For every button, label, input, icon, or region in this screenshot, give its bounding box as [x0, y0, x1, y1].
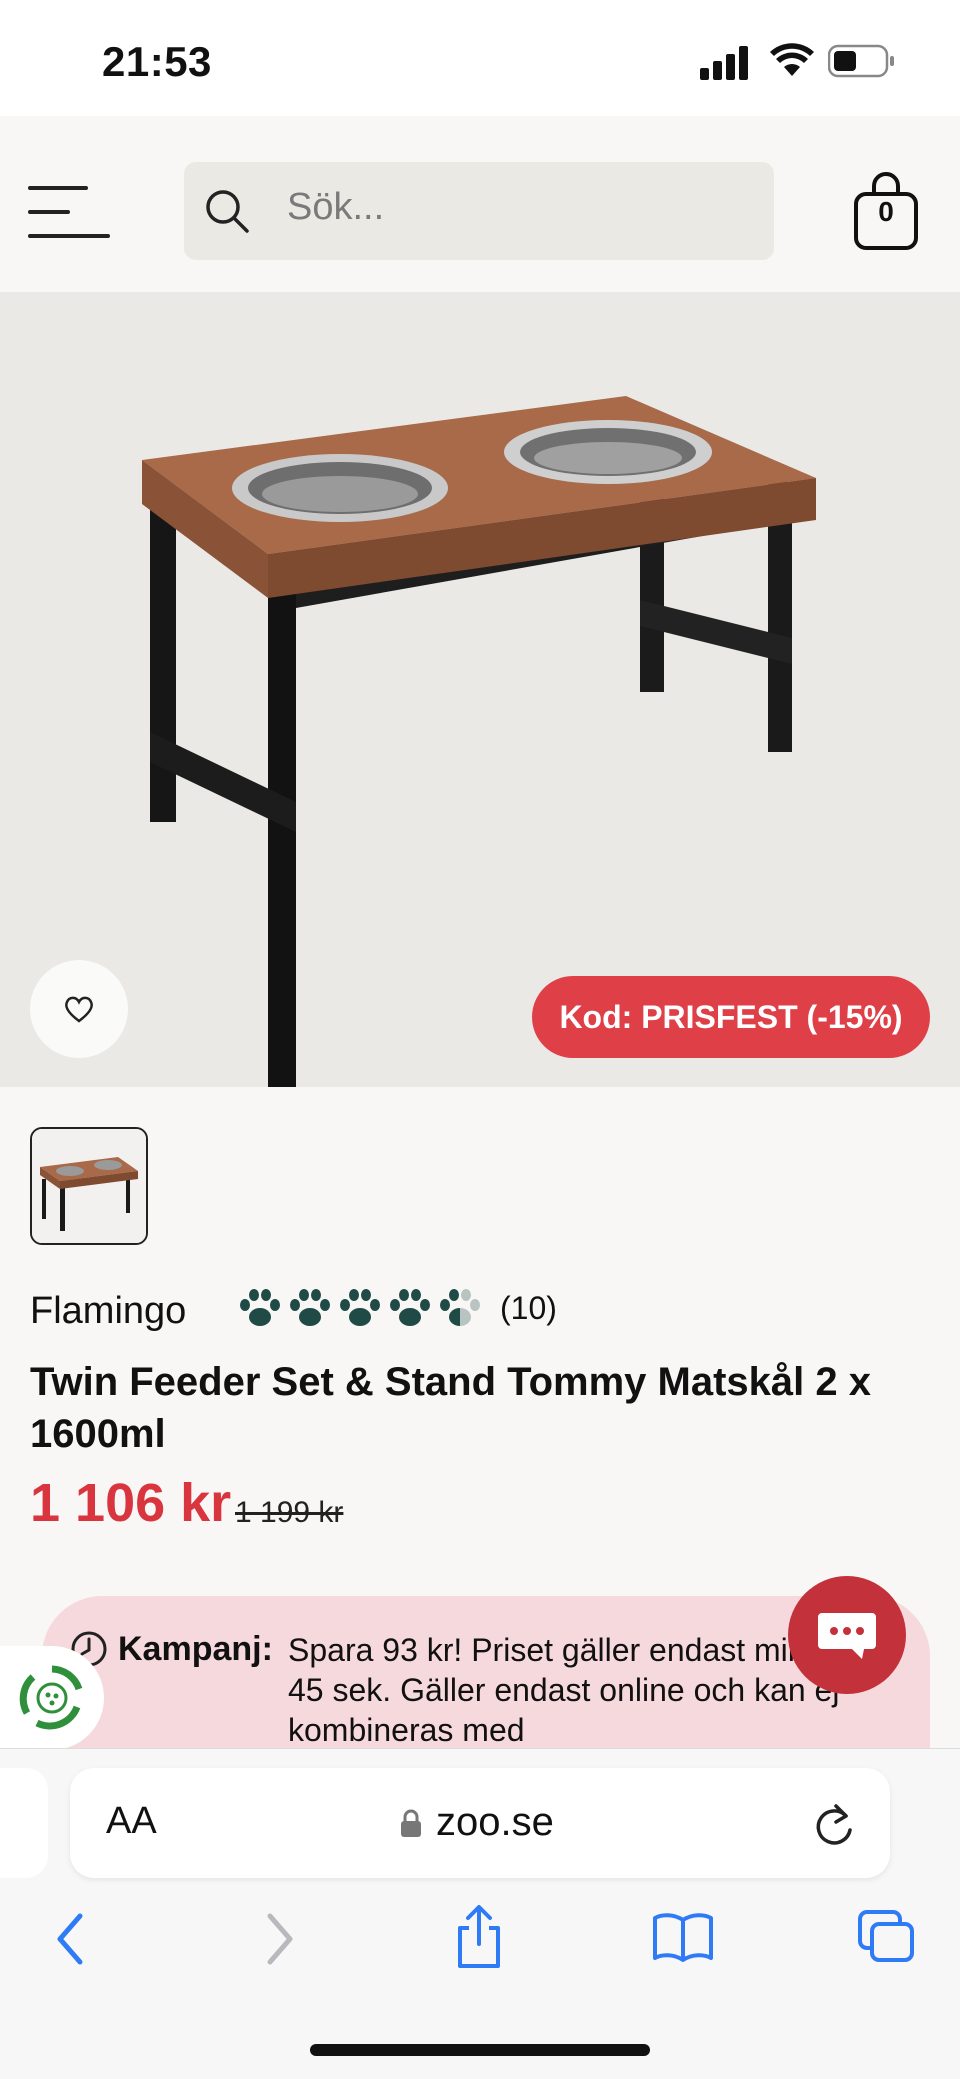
- bookmarks-icon[interactable]: [652, 1912, 714, 1962]
- half-paw-icon: [440, 1289, 480, 1326]
- cellular-signal-icon: [700, 46, 748, 80]
- promo-code-badge: Kod: PRISFEST (-15%): [532, 976, 930, 1058]
- product-title: Twin Feeder Set & Stand Tommy Matskål 2 …: [30, 1360, 871, 1456]
- paw-icon: [240, 1289, 280, 1326]
- menu-button[interactable]: [28, 186, 110, 238]
- campaign-label: Kampanj:: [118, 1630, 273, 1668]
- previous-tab-preview[interactable]: [0, 1768, 48, 1878]
- home-indicator: [310, 2044, 650, 2056]
- current-price: 1 106 kr: [30, 1473, 232, 1533]
- forward-icon[interactable]: [262, 1910, 298, 1968]
- wifi-icon: [770, 43, 814, 76]
- paw-icon: [340, 1289, 380, 1326]
- feeder-stand-illustration: [142, 396, 816, 1112]
- brand-name[interactable]: Flamingo: [30, 1290, 186, 1333]
- tabs-icon[interactable]: [856, 1908, 916, 1964]
- thumbnail-image: [32, 1129, 146, 1243]
- rating-stars[interactable]: (10): [238, 1288, 557, 1328]
- url-display[interactable]: zoo.se: [400, 1800, 554, 1845]
- product-thumbnail[interactable]: [30, 1127, 148, 1245]
- battery-icon: [828, 44, 894, 78]
- cart-count: 0: [878, 196, 894, 227]
- favorite-button[interactable]: [30, 960, 128, 1058]
- rating-count: (10): [500, 1289, 557, 1326]
- original-price: 1 199 kr: [235, 1496, 344, 1529]
- chat-icon: [818, 1613, 876, 1659]
- url-text: zoo.se: [436, 1800, 554, 1844]
- paw-icon: [390, 1289, 430, 1326]
- search-input[interactable]: [184, 162, 774, 260]
- product-image[interactable]: [0, 292, 960, 1112]
- heart-icon: [65, 996, 93, 1023]
- sustainability-badge[interactable]: [0, 1646, 104, 1750]
- back-icon[interactable]: [52, 1910, 88, 1968]
- chat-button[interactable]: [788, 1576, 906, 1694]
- recycle-icon: [19, 1665, 83, 1730]
- search-icon: [206, 190, 249, 233]
- lock-icon: [401, 1809, 421, 1837]
- reader-options-button[interactable]: AA: [106, 1800, 157, 1843]
- aa-label: AA: [106, 1800, 157, 1842]
- search-placeholder: Sök...: [287, 186, 385, 228]
- share-icon[interactable]: [452, 1904, 506, 1970]
- reload-icon[interactable]: [812, 1800, 856, 1848]
- paw-icon: [290, 1289, 330, 1326]
- status-time: 21:53: [102, 38, 212, 85]
